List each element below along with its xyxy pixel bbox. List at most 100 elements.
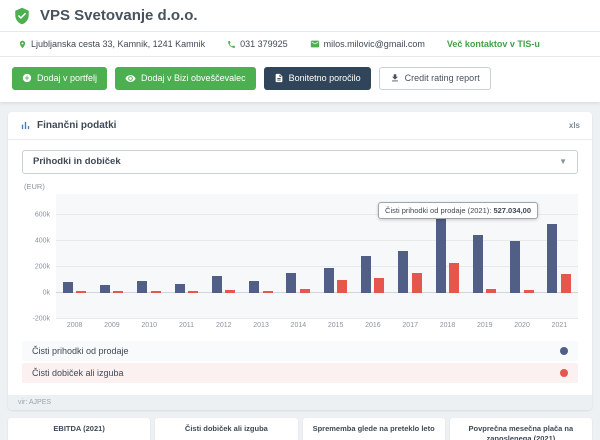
bar-group-2009 (93, 194, 130, 319)
bar-2018-series1[interactable] (449, 263, 459, 293)
bar-2017-series1[interactable] (412, 273, 422, 293)
bar-2011-series1[interactable] (188, 291, 198, 292)
credit-report-button[interactable]: Bonitetno poročilo (264, 67, 371, 90)
location-pin-icon (18, 40, 27, 49)
phone-icon (227, 40, 236, 49)
financial-card-header: Finančni podatki xls (8, 112, 592, 140)
metric-select[interactable]: Prihodki in dobiček ▼ (22, 150, 578, 174)
bar-group-2008 (56, 194, 93, 319)
x-tick-label: 2020 (503, 322, 540, 329)
bar-group-2021 (541, 194, 578, 319)
x-tick-label: 2016 (354, 322, 391, 329)
y-tick-label: 0k (43, 289, 50, 296)
chart-xaxis: 2008200920102011201220132014201520162017… (56, 319, 578, 333)
bar-2012-series1[interactable] (225, 290, 235, 293)
bar-2016-series0[interactable] (361, 256, 371, 292)
axis-unit-label: (EUR) (24, 182, 578, 191)
bar-2009-series0[interactable] (100, 285, 110, 293)
shield-check-icon (13, 7, 31, 25)
bar-2020-series0[interactable] (510, 241, 520, 293)
x-tick-label: 2018 (429, 322, 466, 329)
bar-2016-series1[interactable] (374, 278, 384, 292)
stats-row: EBITDA (2021) 211.084,00 Čisti dobiček a… (8, 418, 592, 440)
metric-select-value: Prihodki in dobiček (33, 156, 121, 167)
bar-2009-series1[interactable] (113, 291, 123, 293)
bar-2008-series0[interactable] (63, 282, 73, 292)
legend-label-revenue: Čisti prihodki od prodaje (32, 346, 129, 356)
bar-2019-series0[interactable] (473, 235, 483, 292)
y-tick-label: 200k (35, 263, 50, 270)
chart: -200k0k200k400k600k Čisti prihodki od pr… (22, 194, 578, 319)
x-tick-label: 2009 (93, 322, 130, 329)
bar-2014-series0[interactable] (286, 273, 296, 293)
bar-2008-series1[interactable] (76, 291, 86, 292)
company-address: Ljubljanska cesta 33, Kamnik, 1241 Kamni… (18, 39, 205, 49)
eye-icon (125, 73, 136, 84)
chart-legend: Čisti prihodki od prodaje Čisti dobiček … (22, 341, 578, 383)
tooltip-value: 527.034,00 (493, 206, 531, 215)
bar-2010-series1[interactable] (151, 291, 161, 293)
bar-2017-series0[interactable] (398, 251, 408, 293)
company-email: milos.milovic@gmail.com (310, 39, 425, 49)
bar-2010-series0[interactable] (137, 281, 147, 293)
email-text: milos.milovic@gmail.com (324, 39, 425, 49)
bar-2013-series0[interactable] (249, 281, 259, 293)
bar-2021-series1[interactable] (561, 274, 571, 293)
bar-2019-series1[interactable] (486, 289, 496, 293)
financial-card-title: Finančni podatki (37, 120, 116, 131)
x-tick-label: 2021 (541, 322, 578, 329)
legend-label-profit: Čisti dobiček ali izguba (32, 368, 124, 378)
action-toolbar: Dodaj v portfelj Dodaj v Bizi obveščeval… (0, 57, 600, 102)
x-tick-label: 2019 (466, 322, 503, 329)
page: VPS Svetovanje d.o.o. Ljubljanska cesta … (0, 0, 600, 440)
stat-card-net-profit: Čisti dobiček ali izguba 144.729,00 (155, 418, 297, 440)
bar-group-2013 (242, 194, 279, 319)
legend-item-revenue[interactable]: Čisti prihodki od prodaje (22, 341, 578, 361)
chart-plot: Čisti prihodki od prodaje (2021): 527.03… (56, 194, 578, 319)
bar-2014-series1[interactable] (300, 289, 310, 293)
stat-card-yoy-change: Sprememba glede na preteklo leto 3,52▲ (303, 418, 445, 440)
add-to-alerts-label: Dodaj v Bizi obveščevalec (141, 73, 246, 84)
bar-2013-series1[interactable] (263, 291, 273, 293)
stat-title: Čisti dobiček ali izguba (155, 418, 297, 440)
company-name: VPS Svetovanje d.o.o. (40, 7, 198, 24)
x-tick-label: 2015 (317, 322, 354, 329)
bar-group-2015 (317, 194, 354, 319)
download-icon (390, 73, 400, 83)
bar-2015-series1[interactable] (337, 280, 347, 293)
x-tick-label: 2013 (242, 322, 279, 329)
chart-tooltip: Čisti prihodki od prodaje (2021): 527.03… (378, 202, 538, 219)
bar-2020-series1[interactable] (524, 290, 534, 293)
credit-rating-report-label: Credit rating report (405, 73, 480, 84)
bar-group-2012 (205, 194, 242, 319)
bar-group-2014 (280, 194, 317, 319)
envelope-icon (310, 39, 320, 49)
chevron-down-icon: ▼ (559, 157, 567, 166)
export-xls-link[interactable]: xls (569, 121, 580, 130)
y-tick-label: 400k (35, 237, 50, 244)
bar-2011-series0[interactable] (175, 284, 185, 293)
stat-title: Sprememba glede na preteklo leto (303, 418, 445, 440)
legend-dot-profit (560, 369, 568, 377)
add-to-portfolio-button[interactable]: Dodaj v portfelj (12, 67, 107, 90)
company-phone: 031 379925 (227, 39, 288, 49)
credit-rating-report-button[interactable]: Credit rating report (379, 67, 491, 90)
legend-item-profit[interactable]: Čisti dobiček ali izguba (22, 363, 578, 383)
contact-bar: Ljubljanska cesta 33, Kamnik, 1241 Kamni… (0, 32, 600, 57)
bar-2012-series0[interactable] (212, 276, 222, 293)
main-content: Finančni podatki xls Prihodki in dobiček… (0, 102, 600, 440)
document-icon (274, 73, 284, 83)
stat-title: Povprečna mesečna plača na zaposlenega (… (450, 418, 592, 440)
stat-card-ebitda: EBITDA (2021) 211.084,00 (8, 418, 150, 440)
chart-yaxis: -200k0k200k400k600k (22, 194, 56, 319)
legend-dot-revenue (560, 347, 568, 355)
bar-2021-series0[interactable] (547, 224, 557, 293)
stat-title: EBITDA (2021) (8, 418, 150, 440)
x-tick-label: 2008 (56, 322, 93, 329)
more-contacts-link[interactable]: Več kontaktov v TIS-u (447, 39, 540, 49)
financial-data-card: Finančni podatki xls Prihodki in dobiček… (8, 112, 592, 410)
x-tick-label: 2011 (168, 322, 205, 329)
add-to-alerts-button[interactable]: Dodaj v Bizi obveščevalec (115, 67, 256, 90)
stat-card-avg-salary: Povprečna mesečna plača na zaposlenega (… (450, 418, 592, 440)
bar-2015-series0[interactable] (324, 268, 334, 293)
